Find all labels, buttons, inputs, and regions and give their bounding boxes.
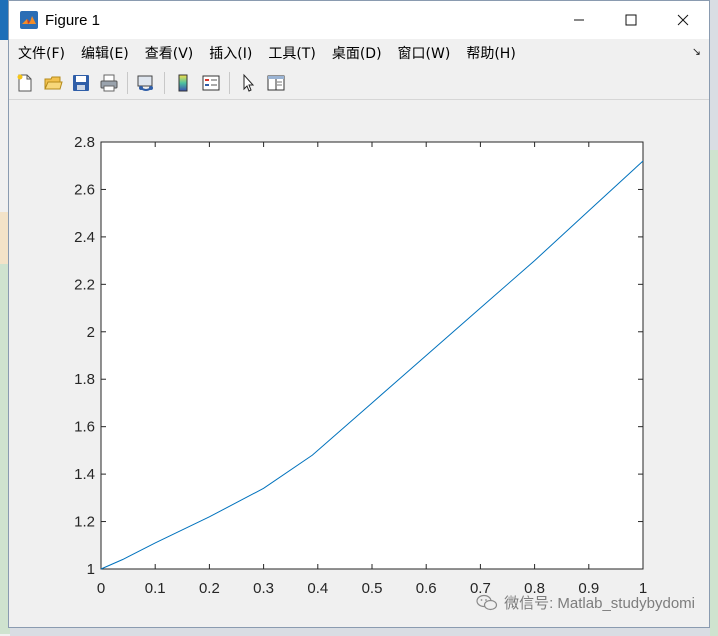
menu-insert[interactable]: 插入(I) [201, 43, 260, 63]
background-app-panel-right [710, 150, 718, 636]
x-tick-label: 0.1 [145, 580, 166, 597]
x-tick-label: 0 [97, 580, 105, 597]
close-button[interactable] [657, 1, 709, 39]
toolbar-separator [229, 72, 230, 94]
insert-colorbar-button[interactable] [170, 70, 196, 96]
menu-overflow-arrow-icon[interactable]: ↘ [692, 45, 701, 58]
colorbar-icon [178, 74, 188, 92]
y-tick-label: 1.2 [74, 514, 95, 531]
toolbar-separator [127, 72, 128, 94]
figure-toolbar [9, 67, 709, 100]
line-chart[interactable]: 0 0.1 0.2 0.3 0.4 0.5 0.6 0.7 0.8 0.9 111.21.41.61… [9, 100, 709, 627]
link-plot-icon [137, 75, 153, 91]
y-tick-label: 2.8 [74, 134, 95, 151]
edit-plot-button[interactable] [235, 70, 261, 96]
y-tick-label: 1.8 [74, 371, 95, 388]
minimize-icon [574, 19, 584, 21]
matlab-logo-icon [20, 11, 38, 29]
maximize-icon [625, 14, 637, 26]
new-figure-button[interactable] [12, 70, 38, 96]
x-tick-label: 0.2 [199, 580, 220, 597]
maximize-button[interactable] [605, 1, 657, 39]
property-inspector-icon [267, 75, 285, 91]
x-tick-label: 0.3 [253, 580, 274, 597]
menu-window[interactable]: 窗口(W) [390, 43, 459, 63]
menu-desktop[interactable]: 桌面(D) [324, 43, 390, 63]
y-tick-label: 2.2 [74, 276, 95, 293]
link-plot-button[interactable] [133, 70, 159, 96]
property-inspector-button[interactable] [263, 70, 289, 96]
x-tick-label: 0.5 [362, 580, 383, 597]
window-title: Figure 1 [45, 11, 101, 29]
menu-view[interactable]: 查看(V) [137, 43, 202, 63]
y-tick-label: 2.4 [74, 229, 95, 246]
menu-help[interactable]: 帮助(H) [458, 43, 523, 63]
menu-bar: 文件(F) 编辑(E) 查看(V) 插入(I) 工具(T) 桌面(D) 窗口(W… [9, 39, 709, 67]
print-button[interactable] [96, 70, 122, 96]
toolbar-separator [164, 72, 165, 94]
wechat-icon [476, 594, 498, 610]
watermark-text: 微信号: Matlab_studybydomi [504, 595, 695, 612]
y-tick-label: 1 [87, 561, 95, 578]
figure-window: Figure 1 文件(F) 编辑(E) 查看(V) 插入(I) 工具(T) 桌… [8, 0, 710, 628]
y-tick-label: 2 [87, 324, 95, 341]
title-bar[interactable]: Figure 1 [9, 1, 709, 39]
new-figure-icon [17, 74, 32, 92]
save-button[interactable] [68, 70, 94, 96]
watermark: 微信号: Matlab_studybydomi [476, 592, 695, 613]
minimize-button[interactable] [553, 1, 605, 39]
close-icon [677, 14, 689, 26]
axes-box [100, 141, 644, 570]
open-file-icon [44, 76, 63, 90]
legend-icon [202, 75, 220, 91]
save-icon [73, 75, 89, 91]
print-icon [100, 74, 118, 92]
menu-tools[interactable]: 工具(T) [260, 43, 323, 63]
edit-plot-cursor-icon [243, 73, 255, 92]
y-tick-label: 1.4 [74, 466, 95, 483]
open-file-button[interactable] [40, 70, 66, 96]
x-tick-label: 0.4 [307, 580, 328, 597]
x-tick-label: 0.6 [416, 580, 437, 597]
y-tick-label: 2.6 [74, 181, 95, 198]
insert-legend-button[interactable] [198, 70, 224, 96]
figure-canvas[interactable]: 0 0.1 0.2 0.3 0.4 0.5 0.6 0.7 0.8 0.9 1 1 1.2 1.4 1.6 1… [9, 100, 709, 627]
y-tick-label: 1.6 [74, 419, 95, 436]
menu-edit[interactable]: 编辑(E) [73, 43, 137, 63]
menu-file[interactable]: 文件(F) [9, 43, 73, 63]
